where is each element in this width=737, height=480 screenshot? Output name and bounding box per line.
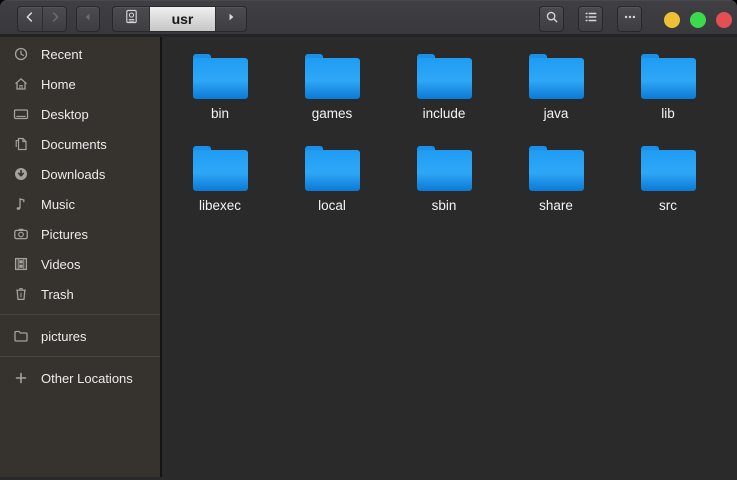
current-location-label: usr: [172, 11, 194, 27]
folder-item-src[interactable]: src: [612, 137, 724, 229]
folder-icon: [191, 54, 250, 100]
window-close-button[interactable]: [716, 12, 732, 28]
sidebar-item-label: Pictures: [41, 227, 88, 242]
window-maximize-button[interactable]: [690, 12, 706, 28]
folder-icon: [639, 54, 698, 100]
folder-icon: [639, 146, 698, 192]
folder-icon: [527, 146, 586, 192]
forward-button[interactable]: [42, 7, 66, 31]
folder-icon: [303, 54, 362, 100]
headerbar: usr: [0, 0, 737, 37]
chevron-right-icon: [48, 10, 62, 29]
sidebar-places-list: Recent Home Desktop Documents Downloads Music…: [0, 39, 160, 309]
folder-icon: [303, 146, 362, 192]
sidebar-item-documents[interactable]: Documents: [0, 129, 160, 159]
folder-label: bin: [211, 106, 229, 121]
sidebar-item-other-locations[interactable]: Other Locations: [0, 363, 160, 393]
sidebar-item-music[interactable]: Music: [0, 189, 160, 219]
sidebar-item-label: Trash: [41, 287, 74, 302]
folder-label: share: [539, 198, 573, 213]
pictures-icon: [13, 226, 29, 242]
window-body: Recent Home Desktop Documents Downloads Music…: [0, 37, 737, 477]
sidebar-item-label: pictures: [41, 329, 87, 344]
sidebar-item-pictures[interactable]: Pictures: [0, 219, 160, 249]
folder-item-lib[interactable]: lib: [612, 45, 724, 137]
sidebar-separator: [0, 356, 160, 357]
folder-icon: [191, 146, 250, 192]
search-button[interactable]: [539, 6, 564, 32]
sidebar-item-desktop[interactable]: Desktop: [0, 99, 160, 129]
file-view: bin games include java lib libexec local sbin sh…: [162, 37, 737, 477]
folder-item-sbin[interactable]: sbin: [388, 137, 500, 229]
folder-label: lib: [661, 106, 675, 121]
downloads-icon: [13, 166, 29, 182]
folder-icon: [13, 328, 29, 344]
sidebar-item-trash[interactable]: Trash: [0, 279, 160, 309]
pathbar-group: usr: [112, 6, 247, 32]
sidebar-item-label: Recent: [41, 47, 82, 62]
sidebar-item-label: Home: [41, 77, 76, 92]
pathbar-scroll-left-button[interactable]: [76, 6, 100, 32]
current-location-button[interactable]: usr: [149, 7, 215, 31]
sidebar-item-label: Other Locations: [41, 371, 133, 386]
folder-icon: [527, 54, 586, 100]
desktop-icon: [13, 106, 29, 122]
folder-label: games: [312, 106, 353, 121]
back-button[interactable]: [18, 7, 42, 31]
folder-label: java: [544, 106, 569, 121]
recent-icon: [13, 46, 29, 62]
folder-icon: [415, 146, 474, 192]
sidebar-item-home[interactable]: Home: [0, 69, 160, 99]
sidebar-item-label: Videos: [41, 257, 81, 272]
folder-label: local: [318, 198, 346, 213]
list-view-icon: [584, 10, 598, 29]
folder-label: include: [423, 106, 466, 121]
sidebar-item-videos[interactable]: Videos: [0, 249, 160, 279]
folder-item-include[interactable]: include: [388, 45, 500, 137]
folder-icon: [415, 54, 474, 100]
folder-item-share[interactable]: share: [500, 137, 612, 229]
sidebar-item-downloads[interactable]: Downloads: [0, 159, 160, 189]
history-nav-group: [17, 6, 67, 32]
folder-item-bin[interactable]: bin: [164, 45, 276, 137]
home-icon: [13, 76, 29, 92]
plus-icon: [13, 370, 29, 386]
drive-location-button[interactable]: [113, 7, 149, 31]
folder-label: sbin: [432, 198, 457, 213]
file-grid: bin games include java lib libexec local sbin sh…: [164, 45, 737, 229]
trash-icon: [13, 286, 29, 302]
folder-item-libexec[interactable]: libexec: [164, 137, 276, 229]
triangle-right-icon: [225, 10, 237, 28]
folder-item-games[interactable]: games: [276, 45, 388, 137]
folder-item-local[interactable]: local: [276, 137, 388, 229]
ellipsis-icon: [623, 10, 637, 29]
menu-button[interactable]: [617, 6, 642, 32]
window-minimize-button[interactable]: [664, 12, 680, 28]
sidebar-separator: [0, 314, 160, 315]
documents-icon: [13, 136, 29, 152]
search-icon: [545, 10, 559, 29]
sidebar-item-label: Music: [41, 197, 75, 212]
triangle-left-icon: [82, 10, 94, 28]
sidebar-item-recent[interactable]: Recent: [0, 39, 160, 69]
list-view-button[interactable]: [578, 6, 603, 32]
folder-item-java[interactable]: java: [500, 45, 612, 137]
sidebar-bookmarks-list: pictures: [0, 321, 160, 351]
folder-label: src: [659, 198, 677, 213]
drive-icon: [124, 9, 139, 29]
chevron-left-icon: [23, 10, 37, 29]
sidebar-item-pictures[interactable]: pictures: [0, 321, 160, 351]
music-icon: [13, 196, 29, 212]
videos-icon: [13, 256, 29, 272]
sidebar: Recent Home Desktop Documents Downloads Music…: [0, 37, 162, 477]
folder-label: libexec: [199, 198, 241, 213]
file-manager-window: usr Recent Home Desktop Documents Downloads M…: [0, 0, 737, 480]
pathbar-scroll-right-button[interactable]: [215, 7, 246, 31]
sidebar-other-locations: Other Locations: [0, 363, 160, 393]
sidebar-item-label: Desktop: [41, 107, 89, 122]
sidebar-item-label: Downloads: [41, 167, 105, 182]
sidebar-item-label: Documents: [41, 137, 107, 152]
